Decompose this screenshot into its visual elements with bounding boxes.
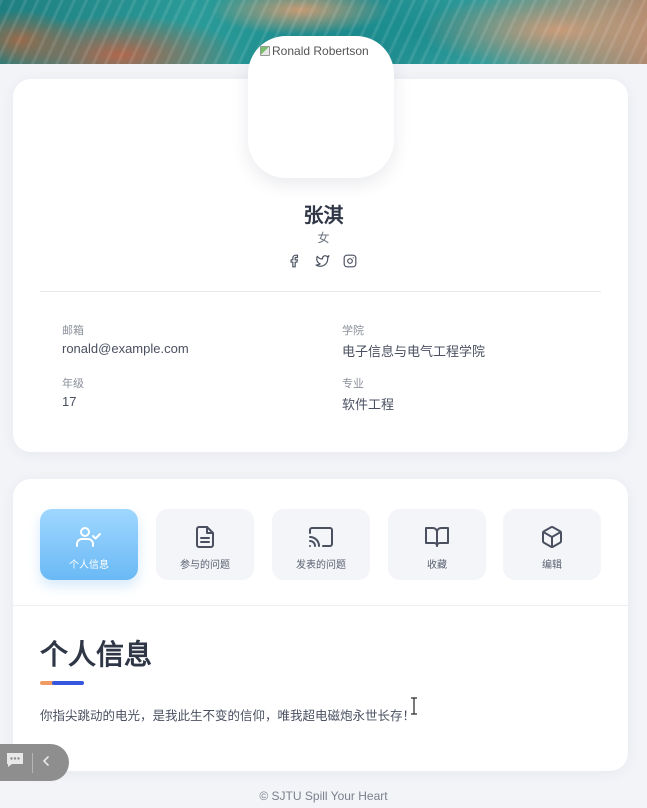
tab-label: 收藏: [427, 560, 447, 571]
tab-label: 个人信息: [69, 560, 109, 571]
college-label: 学院: [342, 325, 364, 337]
grade-label: 年级: [62, 378, 84, 390]
major-value: 软件工程: [342, 397, 395, 412]
chat-icon[interactable]: [6, 752, 24, 773]
tab-personal-info[interactable]: 个人信息: [40, 509, 138, 580]
cast-icon: [308, 524, 334, 550]
broken-image-icon: [260, 46, 270, 56]
grade-value: 17: [62, 394, 77, 409]
tab-posted-questions[interactable]: 发表的问题: [272, 509, 370, 580]
avatar-alt-text: Ronald Robertson: [272, 44, 369, 58]
tabs-divider: [13, 605, 628, 606]
social-links: [284, 252, 360, 270]
facebook-icon[interactable]: [284, 252, 304, 270]
twitter-icon[interactable]: [312, 252, 332, 270]
email-label: 邮箱: [62, 325, 84, 337]
instagram-icon[interactable]: [340, 252, 360, 270]
tab-label: 编辑: [542, 560, 562, 571]
profile-gender: 女: [317, 231, 330, 245]
motto-text: 你指尖跳动的电光，是我此生不变的信仰，唯我超电磁炮永世长存！: [40, 709, 416, 723]
section-title: 个人信息: [40, 639, 153, 670]
tab-participated-questions[interactable]: 参与的问题: [156, 509, 254, 580]
major-label: 专业: [342, 378, 364, 390]
widget-separator: [32, 752, 33, 773]
email-value: ronald@example.com: [62, 341, 189, 356]
book-open-icon: [424, 524, 450, 550]
tab-label: 参与的问题: [180, 560, 230, 571]
college-value: 电子信息与电气工程学院: [342, 344, 486, 359]
tab-edit[interactable]: 编辑: [503, 509, 601, 580]
footer-copyright: © SJTU Spill Your Heart: [259, 789, 388, 803]
tab-label: 发表的问题: [296, 560, 346, 571]
floating-chat-widget[interactable]: [0, 744, 69, 781]
text-cursor-icon: [411, 697, 417, 715]
title-underline: [52, 681, 84, 685]
profile-divider: [40, 291, 601, 292]
box-icon: [539, 524, 565, 550]
file-text-icon: [192, 524, 218, 550]
profile-name: 张淇: [303, 205, 344, 227]
user-check-icon: [76, 524, 102, 550]
tab-favorites[interactable]: 收藏: [388, 509, 486, 580]
collapse-chevron-icon[interactable]: [41, 754, 51, 772]
avatar: Ronald Robertson: [248, 36, 394, 178]
